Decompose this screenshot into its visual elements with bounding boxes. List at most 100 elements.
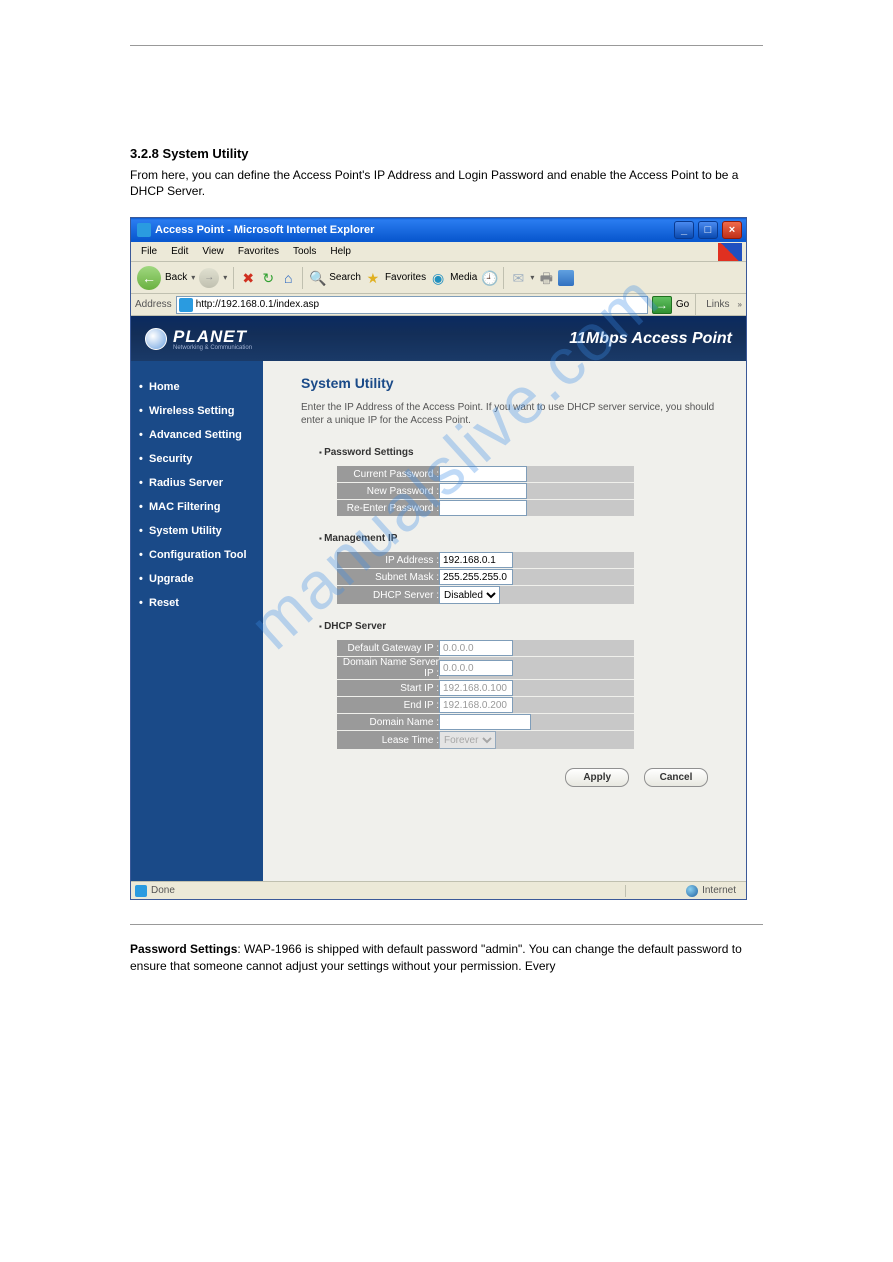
nav-reset[interactable]: Reset <box>131 591 263 615</box>
web-header: PLANET Networking & Communication 11Mbps… <box>131 316 746 361</box>
label-domain: Domain Name : <box>337 714 439 731</box>
input-domain[interactable] <box>439 714 531 730</box>
search-label[interactable]: Search <box>329 272 361 283</box>
ie-icon <box>137 223 151 237</box>
nav-sidebar: Home Wireless Setting Advanced Setting S… <box>131 361 263 881</box>
tagline: 11Mbps Access Point <box>569 330 732 348</box>
nav-upgrade[interactable]: Upgrade <box>131 567 263 591</box>
menu-edit[interactable]: Edit <box>165 244 194 259</box>
select-dhcp[interactable]: Disabled <box>439 586 500 604</box>
para-heading: Password Settings <box>130 942 237 956</box>
menubar: File Edit View Favorites Tools Help <box>131 242 746 262</box>
menu-help[interactable]: Help <box>324 244 357 259</box>
input-reenter-pw[interactable] <box>439 500 527 516</box>
row-start: Start IP : <box>337 680 634 697</box>
nav-home[interactable]: Home <box>131 375 263 399</box>
input-current-pw[interactable] <box>439 466 527 482</box>
row-reenter-pw: Re-Enter Password : <box>337 500 634 517</box>
cancel-button[interactable]: Cancel <box>644 768 708 787</box>
back-label[interactable]: Back <box>165 272 187 283</box>
fwd-dropdown[interactable]: ▾ <box>223 273 227 282</box>
back-dropdown[interactable]: ▾ <box>191 273 195 282</box>
label-current-pw: Current Password : <box>337 466 439 483</box>
toolbar: ← Back ▾ → ▾ ✖ ↻ ⌂ 🔍 Search ★ Favorites … <box>131 262 746 294</box>
address-bar: Address http://192.168.0.1/index.asp → G… <box>131 294 746 316</box>
mail-dropdown[interactable]: ▾ <box>530 273 534 282</box>
nav-security[interactable]: Security <box>131 447 263 471</box>
status-bar: Done Internet <box>131 881 746 899</box>
favorites-label[interactable]: Favorites <box>385 272 426 283</box>
nav-advanced[interactable]: Advanced Setting <box>131 423 263 447</box>
nav-system[interactable]: System Utility <box>131 519 263 543</box>
nav-wireless[interactable]: Wireless Setting <box>131 399 263 423</box>
page-desc: Enter the IP Address of the Access Point… <box>301 401 721 427</box>
apply-button[interactable]: Apply <box>565 768 629 787</box>
go-button[interactable]: → <box>652 296 672 314</box>
window-title: Access Point - Microsoft Internet Explor… <box>155 224 670 236</box>
content: System Utility Enter the IP Address of t… <box>263 361 746 881</box>
refresh-icon[interactable]: ↻ <box>260 270 276 286</box>
minimize-button[interactable]: _ <box>674 221 694 239</box>
menu-file[interactable]: File <box>135 244 163 259</box>
label-end: End IP : <box>337 697 439 714</box>
input-gw[interactable] <box>439 640 513 656</box>
back-button[interactable]: ← <box>137 266 161 290</box>
menu-view[interactable]: View <box>196 244 230 259</box>
row-domain: Domain Name : <box>337 714 634 731</box>
input-ip[interactable] <box>439 552 513 568</box>
media-label[interactable]: Media <box>450 272 477 283</box>
history-icon[interactable]: 🕘 <box>481 270 497 286</box>
input-dns[interactable] <box>439 660 513 676</box>
mid-rule <box>130 924 763 925</box>
close-button[interactable]: × <box>722 221 742 239</box>
edit-icon[interactable] <box>558 270 574 286</box>
media-icon[interactable]: ◉ <box>430 270 446 286</box>
logo-icon <box>145 328 167 350</box>
url-text: http://192.168.0.1/index.asp <box>196 299 319 310</box>
sep <box>233 267 234 289</box>
internet-zone-icon <box>686 885 698 897</box>
address-input[interactable]: http://192.168.0.1/index.asp <box>176 296 648 314</box>
menu-favorites[interactable]: Favorites <box>232 244 285 259</box>
nav-radius[interactable]: Radius Server <box>131 471 263 495</box>
row-dhcp: DHCP Server : Disabled <box>337 586 634 605</box>
links-label[interactable]: Links <box>702 299 733 310</box>
nav-config[interactable]: Configuration Tool <box>131 543 263 567</box>
section-password-title: Password Settings <box>319 447 726 458</box>
favorites-icon[interactable]: ★ <box>365 270 381 286</box>
maximize-button[interactable]: □ <box>698 221 718 239</box>
label-start: Start IP : <box>337 680 439 697</box>
address-label: Address <box>135 299 172 310</box>
sep <box>695 294 696 316</box>
forward-button[interactable]: → <box>199 268 219 288</box>
button-row: Apply Cancel <box>301 768 726 787</box>
menu-tools[interactable]: Tools <box>287 244 322 259</box>
mail-icon[interactable]: ✉ <box>510 270 526 286</box>
screenshot: Access Point - Microsoft Internet Explor… <box>130 217 747 900</box>
doc-password-para: Password Settings: WAP-1966 is shipped w… <box>130 941 763 973</box>
top-rule <box>130 45 763 46</box>
stop-icon[interactable]: ✖ <box>240 270 256 286</box>
brand-text: PLANET <box>173 327 247 346</box>
input-new-pw[interactable] <box>439 483 527 499</box>
home-icon[interactable]: ⌂ <box>280 270 296 286</box>
section-dhcp-title: DHCP Server <box>319 621 726 632</box>
go-label[interactable]: Go <box>676 299 689 310</box>
input-end[interactable] <box>439 697 513 713</box>
links-chevron[interactable]: » <box>738 300 742 309</box>
password-table: Current Password : New Password : Re-Ent… <box>337 466 634 517</box>
input-mask[interactable] <box>439 569 513 585</box>
search-icon[interactable]: 🔍 <box>309 270 325 286</box>
row-gw: Default Gateway IP : <box>337 640 634 657</box>
label-ip: IP Address : <box>337 552 439 569</box>
window-titlebar[interactable]: Access Point - Microsoft Internet Explor… <box>131 218 746 242</box>
web-body: Home Wireless Setting Advanced Setting S… <box>131 361 746 881</box>
row-ip: IP Address : <box>337 552 634 569</box>
input-start[interactable] <box>439 680 513 696</box>
sep <box>302 267 303 289</box>
print-icon[interactable]: 🖶 <box>538 270 554 286</box>
ie-flag-icon <box>718 243 742 261</box>
nav-mac[interactable]: MAC Filtering <box>131 495 263 519</box>
brand-sub: Networking & Communication <box>173 345 252 351</box>
status-page-icon <box>135 885 147 897</box>
